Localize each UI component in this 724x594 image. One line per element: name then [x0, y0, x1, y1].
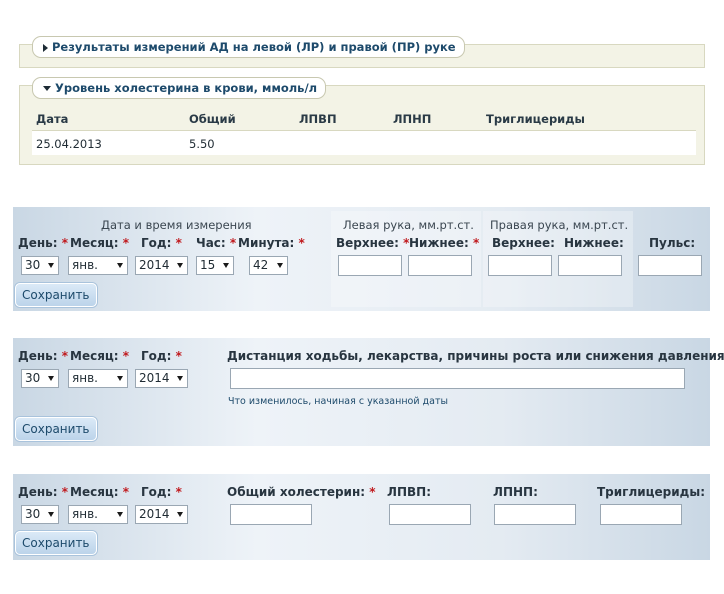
cholesterol-fieldset: Уровень холестерина в крови, ммоль/л Дат… — [19, 77, 705, 165]
dropdown-arrow-icon — [117, 376, 123, 381]
minute-label: Минута: * — [238, 236, 305, 250]
left-upper-label: Верхнее: * — [336, 236, 410, 250]
col-total: Общий — [189, 112, 236, 126]
year-select[interactable]: 2014 — [135, 256, 188, 275]
right-upper-label: Верхнее: — [492, 236, 555, 250]
hdl-label: ЛПВП: — [387, 485, 431, 499]
dropdown-arrow-icon — [48, 512, 54, 517]
table-header: Дата Общий ЛПВП ЛПНП Триглицериды — [32, 106, 696, 131]
dropdown-arrow-icon — [177, 263, 183, 268]
ldl-input[interactable] — [494, 504, 576, 525]
left-lower-input[interactable] — [408, 255, 472, 276]
save-button[interactable]: Сохранить — [15, 417, 97, 441]
cholesterol-toggle[interactable]: Уровень холестерина в крови, ммоль/л — [32, 77, 327, 99]
trig-input[interactable] — [600, 504, 682, 525]
pulse-input[interactable] — [638, 255, 702, 276]
day-label: День: * — [18, 485, 68, 499]
col-hdl: ЛПВП — [299, 112, 337, 126]
dropdown-arrow-icon — [277, 263, 283, 268]
month-select[interactable]: янв. — [68, 369, 128, 388]
notes-input[interactable] — [230, 368, 685, 389]
day-select[interactable]: 30 — [21, 369, 59, 388]
dropdown-arrow-icon — [223, 263, 229, 268]
cholesterol-title: Уровень холестерина в крови, ммоль/л — [55, 81, 318, 95]
dropdown-arrow-icon — [117, 263, 123, 268]
bp-results-fieldset: Результаты измерений АД на левой (ЛР) и … — [19, 36, 705, 68]
hdl-input[interactable] — [389, 504, 471, 525]
cholesterol-form: День: * Месяц: * Год: * Общий холестерин… — [13, 474, 710, 560]
col-ldl: ЛПНП — [393, 112, 432, 126]
collapsed-arrow-icon — [43, 43, 48, 52]
year-select[interactable]: 2014 — [135, 369, 188, 388]
pulse-label: Пульс: — [649, 236, 696, 250]
left-upper-input[interactable] — [338, 255, 402, 276]
left-lower-label: Нижнее: * — [409, 236, 480, 250]
month-select[interactable]: янв. — [68, 256, 128, 275]
hour-select[interactable]: 15 — [196, 256, 234, 275]
minute-select[interactable]: 42 — [249, 256, 288, 275]
expanded-arrow-icon — [43, 86, 51, 91]
year-label: Год: * — [141, 236, 182, 250]
cholesterol-table: Дата Общий ЛПВП ЛПНП Триглицериды 25.04.… — [32, 106, 696, 155]
bp-form: Дата и время измерения Левая рука, мм.рт… — [13, 207, 710, 311]
right-arm-caption: Правая рука, мм.рт.ст. — [490, 218, 629, 232]
month-label: Месяц: * — [70, 485, 130, 499]
bp-results-title: Результаты измерений АД на левой (ЛР) и … — [52, 40, 456, 54]
col-trig: Триглицериды — [486, 112, 585, 126]
left-arm-caption: Левая рука, мм.рт.ст. — [343, 218, 474, 232]
col-date: Дата — [36, 112, 69, 126]
day-label: День: * — [18, 236, 68, 250]
dropdown-arrow-icon — [48, 376, 54, 381]
year-select[interactable]: 2014 — [135, 505, 188, 524]
right-lower-input[interactable] — [558, 255, 622, 276]
month-label: Месяц: * — [70, 349, 130, 363]
table-row: 25.04.2013 5.50 — [32, 131, 696, 155]
right-upper-input[interactable] — [488, 255, 552, 276]
notes-form: День: * Месяц: * Год: * Дистанция ходьбы… — [13, 338, 724, 446]
year-label: Год: * — [141, 485, 182, 499]
cell-date: 25.04.2013 — [36, 137, 102, 151]
total-chol-input[interactable] — [230, 504, 312, 525]
hour-label: Час: * — [196, 236, 237, 250]
day-select[interactable]: 30 — [21, 256, 59, 275]
ldl-label: ЛПНП: — [493, 485, 538, 499]
month-select[interactable]: янв. — [68, 505, 128, 524]
cell-total: 5.50 — [189, 137, 215, 151]
right-lower-label: Нижнее: — [564, 236, 624, 250]
notes-hint: Что изменилось, начиная с указанной даты — [228, 396, 448, 407]
bp-results-toggle[interactable]: Результаты измерений АД на левой (ЛР) и … — [32, 36, 465, 58]
dropdown-arrow-icon — [177, 376, 183, 381]
trig-label: Триглицериды: — [597, 485, 706, 499]
total-chol-label: Общий холестерин: * — [227, 485, 376, 499]
dropdown-arrow-icon — [48, 263, 54, 268]
day-label: День: * — [18, 349, 68, 363]
save-button[interactable]: Сохранить — [15, 531, 97, 555]
month-label: Месяц: * — [70, 236, 130, 250]
dropdown-arrow-icon — [117, 512, 123, 517]
datetime-caption: Дата и время измерения — [101, 218, 252, 232]
day-select[interactable]: 30 — [21, 505, 59, 524]
save-button[interactable]: Сохранить — [15, 283, 97, 307]
dropdown-arrow-icon — [177, 512, 183, 517]
year-label: Год: * — [141, 349, 182, 363]
distance-label: Дистанция ходьбы, лекарства, причины рос… — [227, 349, 724, 363]
